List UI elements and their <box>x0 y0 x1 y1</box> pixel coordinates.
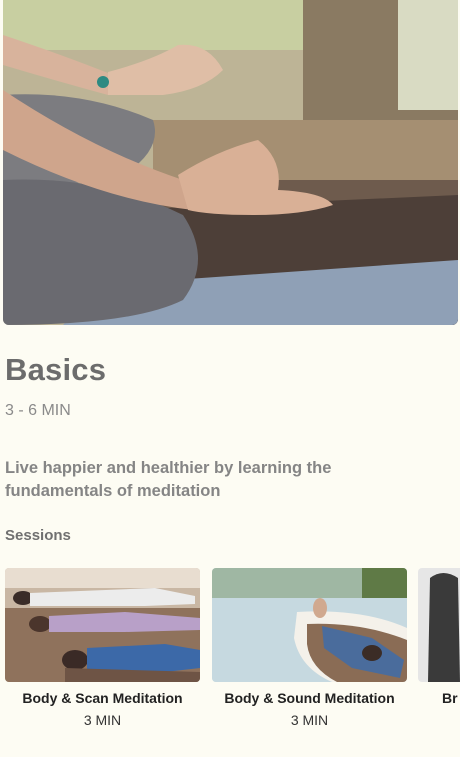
hero-image <box>3 0 458 325</box>
session-card-partial[interactable]: Br <box>418 568 460 712</box>
session-card-body-scan[interactable]: Body & Scan Meditation 3 MIN <box>5 568 200 728</box>
sessions-heading: Sessions <box>5 527 71 544</box>
session-name: Br <box>442 690 458 706</box>
page-title: Basics <box>5 352 107 387</box>
session-name: Body & Scan Meditation <box>22 690 183 706</box>
sessions-carousel[interactable]: Body & Scan Meditation 3 MIN Body & Soun… <box>5 568 460 748</box>
session-card-body-sound[interactable]: Body & Sound Meditation 3 MIN <box>212 568 407 728</box>
session-duration: 3 MIN <box>290 712 329 728</box>
session-duration: 3 MIN <box>83 712 122 728</box>
session-thumbnail[interactable] <box>418 568 460 682</box>
session-thumbnail[interactable] <box>5 568 200 682</box>
session-thumbnail[interactable] <box>212 568 407 682</box>
session-name: Body & Sound Meditation <box>224 690 395 706</box>
course-description: Live happier and healthier by learning t… <box>5 459 332 500</box>
course-duration: 3 - 6 MIN <box>5 402 71 419</box>
